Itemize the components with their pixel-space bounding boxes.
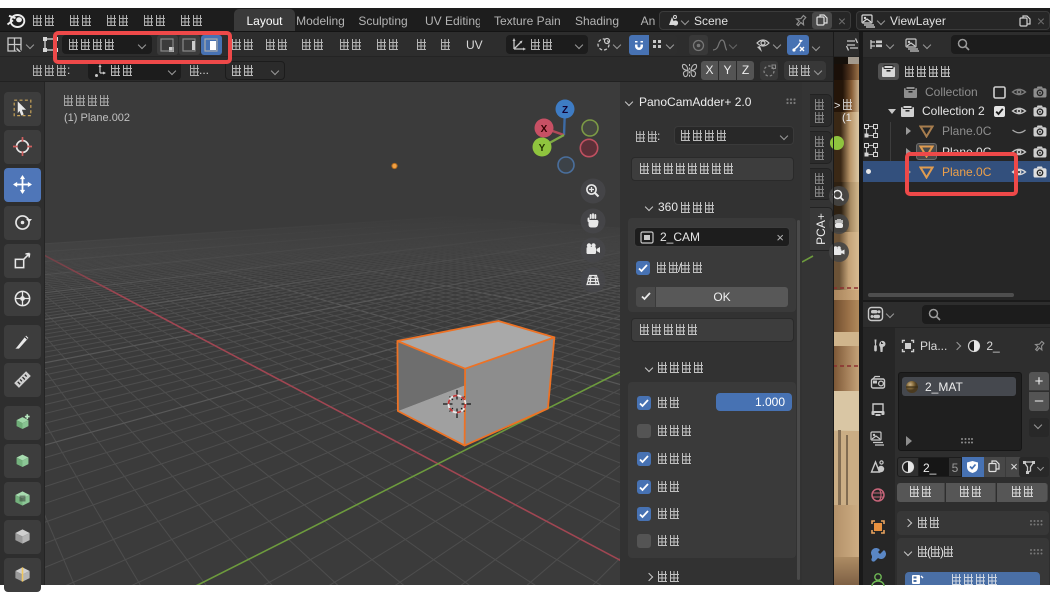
svg-text:Z: Z xyxy=(562,105,568,116)
svg-text:X: X xyxy=(541,124,548,135)
svg-text:Y: Y xyxy=(539,143,546,154)
